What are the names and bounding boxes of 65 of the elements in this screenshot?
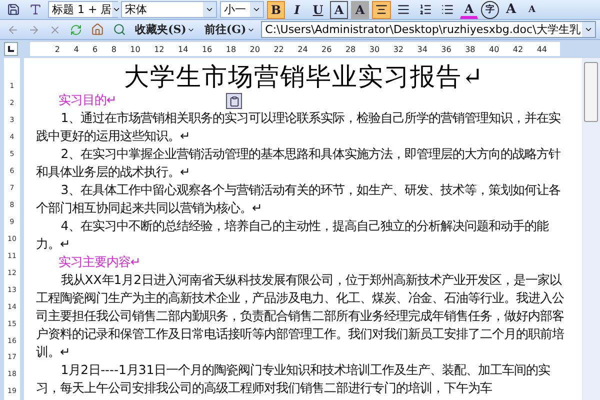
caret-icon [252, 5, 261, 14]
font-size-select[interactable]: 小一 [220, 1, 264, 18]
address-field[interactable]: C:\Users\Administrator\Desktop\ruzhiyesxbg.doc\大学生乳 [261, 21, 596, 38]
ruler-number: 8 [111, 44, 116, 54]
body-paragraph: 1、通过在市场营销相关职务的实习可以理论联系实际，检验自己所学的营销管理知识，并在实践中更好的运用这些知识。↵ [36, 109, 562, 145]
ruler-number: 34 [417, 44, 428, 54]
ruler-number: 32 [393, 44, 404, 54]
align-center-button[interactable] [372, 0, 391, 18]
enclose-button[interactable]: 字 [481, 0, 499, 18]
boxed-button[interactable]: A [330, 0, 348, 18]
paste-options-button[interactable] [226, 93, 242, 109]
stop-icon [49, 24, 61, 36]
ruler-number: 30 [369, 44, 380, 54]
align-center-icon [375, 3, 388, 16]
ruler-number: 28 [345, 44, 356, 54]
search-icon [113, 23, 126, 36]
body-paragraph: 4、在实习中不断的总结经验，培养自己的主动性，提高自己独立的分析解决问题和动手的能力。↵ [36, 217, 550, 253]
tab-selector-icon[interactable] [4, 42, 18, 56]
body-paragraph: 1月2日----1月31日一个月的陶瓷阀门专业知识和技术培训工作及生产、装配、加工车间的实习，每天上午公司安排我公司的高级工程师对我们销售二部进行专门的培训，下午为车 [36, 361, 552, 397]
clipboard-icon [228, 96, 240, 106]
section-heading: 实习目的↵ [36, 91, 572, 109]
body-paragraph: 我从XX年1月2日进入河南省天纵科技发展有限公司，位于郑州高新技术产业开发区，是一家以工程陶瓷阀门生产为主的高新技术企业，产品涉及电力、化工、煤炭、冶金、石油等行业。我进入公司主要担任我公司销售二部内勤职务，负责配合销售二部所有业务经理完成年销售任务，做好内部客户资料的记录和保管工作及日常电话接听等内部管理工作。我们对我们新员工安排了二个月的职前培训。↵ [36, 271, 565, 361]
style-select[interactable]: 标题 1 + 居 [48, 1, 118, 18]
ruler-number: 18 [226, 44, 236, 54]
favorites-menu[interactable]: 收藏夹(S) [132, 20, 198, 38]
shrink-button[interactable]: A [523, 0, 541, 18]
back-icon [7, 24, 19, 36]
section-heading: 实习主要内容↵ [57, 253, 142, 271]
ruler-number: 16 [202, 44, 212, 54]
ruler-number: 22 [274, 44, 284, 54]
ruler-number: 26 [322, 44, 332, 54]
ruler-number: 36 [441, 44, 452, 54]
ruler-number: 6 [92, 44, 98, 54]
ruler-number: 44 [536, 44, 548, 54]
document-title: 大学生市场营销毕业实习报告↵ [123, 61, 485, 91]
refresh-icon [70, 24, 82, 36]
vertical-scrollbar[interactable] [582, 58, 600, 400]
underline-button[interactable]: U [309, 0, 327, 18]
caret-icon [584, 25, 593, 34]
bold-button[interactable]: B [267, 0, 285, 18]
ruler-number: 38 [465, 44, 476, 54]
ruler-number: 4 [74, 44, 79, 54]
go-menu[interactable]: 前往(G) [201, 20, 258, 38]
ruler-number: 20 [250, 44, 260, 54]
italic-button[interactable]: I [288, 0, 306, 18]
body-paragraph: 3、在具体工作中留心观察各个与营销活动有关的环节，如生产、研发、技术等，策划如何让各个部门相互协同起来共同以营销为核心。↵ [36, 181, 562, 217]
ruler-number: 14 [178, 44, 188, 54]
ruler-number: 24 [298, 44, 308, 54]
grow-button[interactable]: A [502, 0, 520, 18]
font-select[interactable]: 宋体 [121, 1, 217, 18]
ruler-number: 10 [130, 44, 140, 54]
ruler-number: 40 [489, 44, 500, 54]
forward-icon [28, 24, 40, 36]
ruler-number: 42 [512, 44, 524, 54]
letter-t-icon [29, 3, 42, 16]
caret-icon [112, 5, 121, 14]
home-icon [91, 23, 104, 36]
bullet-list-icon [441, 3, 454, 16]
ruler-number: 2 [54, 44, 60, 54]
align-justify-icon [397, 3, 410, 16]
caret-icon [205, 5, 214, 14]
shaded-button[interactable]: A [351, 0, 369, 18]
numbered-list-icon [419, 3, 432, 16]
ruler-number: 12 [154, 44, 164, 54]
body-paragraph: 2、在实习中掌握企业营销活动管理的基本思路和具体实施方法，即管理层的大方向的战略方针和具体业务层的战术执行。↵ [36, 145, 562, 181]
